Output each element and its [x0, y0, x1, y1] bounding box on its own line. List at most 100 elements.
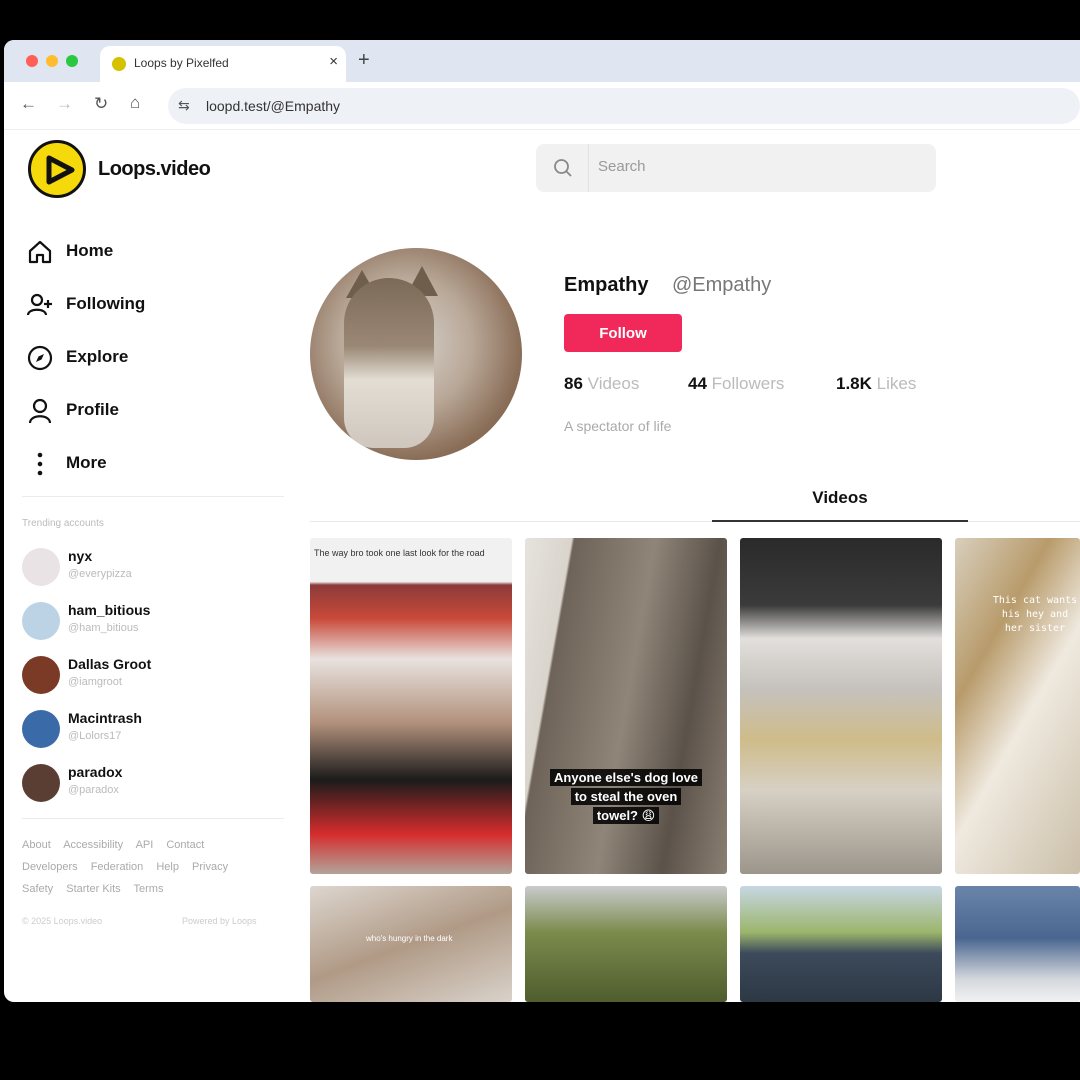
account-handle: @paradox [68, 784, 119, 796]
profile-handle: @Empathy [672, 274, 772, 296]
trending-account[interactable]: ham_bitious @ham_bitious [22, 598, 284, 644]
menu-label: Following [66, 294, 146, 313]
profile-avatar[interactable] [310, 248, 522, 460]
video-thumbnail[interactable]: who's hungry in the dark [310, 886, 512, 1002]
trending-heading: Trending accounts [22, 518, 104, 529]
overlay-line: her sister [1004, 623, 1066, 634]
footer-link-help[interactable]: Help [156, 861, 179, 873]
favicon-icon [112, 57, 126, 71]
likes-label: Likes [876, 374, 917, 393]
forward-icon[interactable]: → [56, 94, 73, 114]
account-handle: @Lolors17 [68, 730, 122, 742]
caption-line: to steal the oven [570, 788, 682, 805]
site-settings-icon[interactable]: ⇆ [178, 97, 190, 114]
account-name[interactable]: ham_bitious [68, 602, 150, 618]
copyright: © 2025 Loops.video [22, 916, 103, 926]
tab-close-button[interactable]: × [329, 53, 338, 70]
footer-link-accessibility[interactable]: Accessibility [63, 839, 123, 851]
menu-item-more[interactable]: More [24, 442, 284, 482]
account-name[interactable]: nyx [68, 548, 92, 564]
menu-item-following[interactable]: Following [24, 283, 284, 323]
powered-by[interactable]: Powered by Loops [182, 916, 257, 926]
menu-item-home[interactable]: Home [24, 230, 284, 270]
videos-label: Videos [587, 374, 640, 393]
sidebar-divider [22, 818, 284, 819]
trending-account[interactable]: Dallas Groot @iamgroot [22, 652, 284, 698]
trending-account[interactable]: paradox @paradox [22, 760, 284, 806]
video-thumbnail[interactable] [525, 886, 727, 1002]
video-thumbnail[interactable] [740, 538, 942, 874]
account-handle: @everypizza [68, 568, 132, 580]
back-icon[interactable]: ← [20, 94, 37, 114]
tab-videos[interactable]: Videos [712, 486, 968, 522]
close-window-button[interactable] [26, 55, 38, 67]
search-separator [588, 144, 589, 192]
user-icon [28, 398, 52, 424]
menu-item-profile[interactable]: Profile [24, 389, 284, 429]
stat-videos: 86 Videos [564, 374, 639, 394]
video-thumbnail[interactable]: This cat wants his hey and her sister [955, 538, 1080, 874]
search-bar[interactable] [536, 144, 936, 192]
videos-count: 86 [564, 374, 583, 393]
account-name[interactable]: Dallas Groot [68, 656, 151, 672]
profile-bio: A spectator of life [564, 418, 672, 434]
caption-line: Anyone else's dog love [550, 769, 702, 786]
minimize-window-button[interactable] [46, 55, 58, 67]
tab-title: Loops by Pixelfed [134, 56, 229, 70]
search-input[interactable] [598, 158, 918, 175]
home-browser-icon[interactable]: ⌂ [130, 93, 140, 113]
profile-display-name: Empathy [564, 274, 649, 296]
footer-link-starter-kits[interactable]: Starter Kits [66, 883, 120, 895]
avatar[interactable] [22, 656, 60, 694]
footer-link-terms[interactable]: Terms [134, 883, 164, 895]
menu-item-explore[interactable]: Explore [24, 336, 284, 376]
browser-window: Loops by Pixelfed × + ← → ↻ ⌂ ⇆ loopd.te… [4, 40, 1080, 1002]
followers-label: Followers [711, 374, 785, 393]
search-icon[interactable] [552, 157, 574, 179]
footer-link-federation[interactable]: Federation [91, 861, 144, 873]
footer-link-about[interactable]: About [22, 839, 51, 851]
stat-followers[interactable]: 44 Followers [688, 374, 784, 394]
video-top-text: The way bro took one last look for the r… [314, 548, 485, 558]
tab-bar: Loops by Pixelfed × + [4, 40, 1080, 82]
more-vertical-icon [37, 452, 43, 476]
overlay-line: This cat wants [992, 595, 1078, 606]
account-handle: @ham_bitious [68, 622, 139, 634]
footer-link-contact[interactable]: Contact [166, 839, 204, 851]
bottom-letterbox [0, 1002, 1080, 1080]
video-thumbnail[interactable] [955, 886, 1080, 1002]
video-thumbnail[interactable]: Anyone else's dog love to steal the oven… [525, 538, 727, 874]
address-bar[interactable]: ⇆ loopd.test/@Empathy [168, 88, 1080, 124]
trending-account[interactable]: nyx @everypizza [22, 544, 284, 590]
follow-button[interactable]: Follow [564, 314, 682, 352]
footer-link-developers[interactable]: Developers [22, 861, 78, 873]
avatar[interactable] [22, 548, 60, 586]
video-thumbnail[interactable]: The way bro took one last look for the r… [310, 538, 512, 874]
avatar[interactable] [22, 710, 60, 748]
video-thumbnail[interactable] [740, 886, 942, 1002]
maximize-window-button[interactable] [66, 55, 78, 67]
url-text[interactable]: loopd.test/@Empathy [206, 98, 340, 114]
new-tab-button[interactable]: + [358, 49, 370, 72]
menu-label: More [66, 453, 107, 472]
home-icon [28, 240, 52, 264]
reload-icon[interactable]: ↻ [94, 94, 108, 114]
brand-name[interactable]: Loops.video [98, 158, 211, 181]
video-overlay-text: who's hungry in the dark [366, 934, 453, 943]
likes-count: 1.8K [836, 374, 872, 393]
trending-account[interactable]: Macintrash @Lolors17 [22, 706, 284, 752]
footer-links: About Accessibility API Contact Develope… [22, 834, 284, 900]
video-overlay-text: This cat wants his hey and her sister [975, 594, 1080, 636]
browser-tab[interactable]: Loops by Pixelfed × [100, 46, 346, 82]
account-name[interactable]: paradox [68, 764, 122, 780]
footer-link-privacy[interactable]: Privacy [192, 861, 228, 873]
logo-icon[interactable] [28, 140, 86, 198]
avatar[interactable] [22, 764, 60, 802]
footer-link-api[interactable]: API [136, 839, 154, 851]
footer-link-safety[interactable]: Safety [22, 883, 53, 895]
menu-label: Explore [66, 347, 129, 366]
avatar[interactable] [22, 602, 60, 640]
account-name[interactable]: Macintrash [68, 710, 142, 726]
followers-count: 44 [688, 374, 707, 393]
video-caption: Anyone else's dog love to steal the oven… [525, 768, 727, 825]
